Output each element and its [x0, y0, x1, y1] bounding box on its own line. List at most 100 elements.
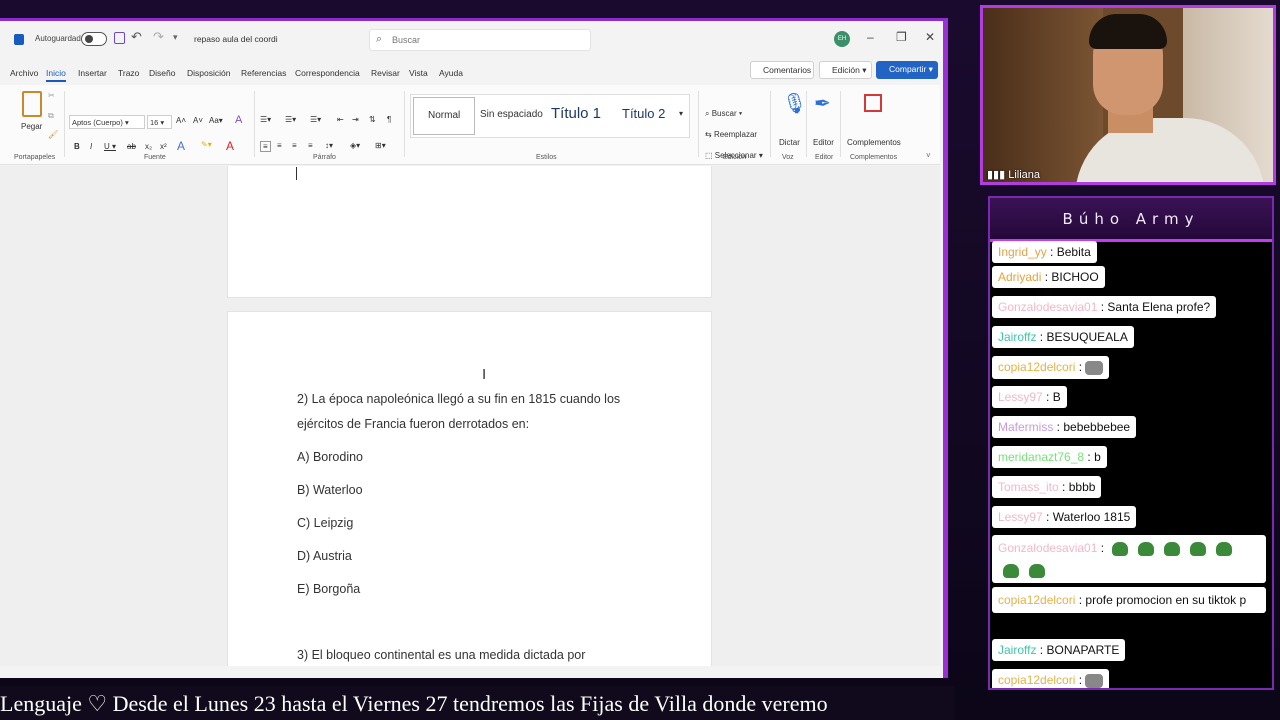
tab-disposición[interactable]: Disposición [187, 68, 230, 78]
decrease-indent-icon[interactable]: ⇤ [337, 115, 344, 124]
styles-more-icon[interactable]: ▾ [679, 109, 683, 118]
microphone-icon[interactable]: 🎙 [782, 91, 807, 116]
tab-ayuda[interactable]: Ayuda [439, 68, 463, 78]
chat-text: Bebita [1056, 245, 1091, 259]
show-marks-icon[interactable]: ¶ [387, 115, 391, 124]
collapse-ribbon-icon[interactable]: ˅ [926, 151, 931, 160]
close-icon[interactable]: ✕ [925, 30, 935, 44]
chat-username[interactable]: Lessy97 [998, 390, 1043, 404]
chat-username[interactable]: copia12delcori [998, 593, 1075, 607]
share-button[interactable]: Compartir ▾ [876, 61, 938, 79]
document-canvas[interactable]: I 2) La época napoleónica llegó a su fin… [0, 166, 940, 666]
tab-inicio[interactable]: Inicio [46, 68, 66, 82]
sort-icon[interactable]: ⇅ [369, 115, 376, 124]
style-titulo-1[interactable]: Título 1 [551, 105, 601, 122]
question-2-line-1[interactable]: 2) La época napoleónica llegó a su fin e… [297, 387, 620, 412]
option-e[interactable]: E) Borgoña [297, 577, 360, 602]
underline-icon[interactable]: U ▾ [104, 142, 116, 151]
minimize-icon[interactable]: – [867, 30, 874, 44]
option-b[interactable]: B) Waterloo [297, 478, 363, 503]
chat-username[interactable]: Jairoffz [998, 643, 1036, 657]
bold-icon[interactable]: B [74, 142, 80, 151]
chat-username[interactable]: Adriyadi [998, 270, 1041, 284]
chat-username[interactable]: Lessy97 [998, 510, 1043, 524]
redo-icon[interactable]: ↷ [153, 29, 164, 45]
chat-username[interactable]: Mafermiss [998, 420, 1053, 434]
tab-revisar[interactable]: Revisar [371, 68, 400, 78]
text-effects-icon[interactable]: A [177, 139, 185, 153]
line-spacing-icon[interactable]: ↕▾ [325, 141, 333, 150]
grow-font-icon[interactable]: A˄ [176, 116, 186, 125]
font-color-icon[interactable]: A [226, 139, 234, 153]
document-page[interactable] [227, 166, 712, 298]
chat-username[interactable]: Jairoffz [998, 330, 1036, 344]
cut-icon[interactable]: ✂ [48, 91, 55, 100]
document-page[interactable]: I 2) La época napoleónica llegó a su fin… [227, 311, 712, 666]
style-sin-espaciado[interactable]: Sin espaciado [480, 109, 543, 120]
chat-username[interactable]: copia12delcori [998, 360, 1075, 374]
borders-icon[interactable]: ⊞▾ [375, 141, 386, 150]
find-button[interactable]: ⌕ Buscar ▾ [705, 109, 742, 119]
editor-button[interactable]: Editor [813, 138, 834, 147]
dictate-button[interactable]: Dictar [779, 138, 800, 147]
subscript-icon[interactable]: x₂ [145, 142, 152, 151]
chat-username[interactable]: Gonzalodesavia01 [998, 541, 1097, 555]
increase-indent-icon[interactable]: ⇥ [352, 115, 359, 124]
tab-trazo[interactable]: Trazo [118, 68, 139, 78]
multilevel-list-icon[interactable]: ☰▾ [310, 115, 321, 124]
align-center-icon[interactable]: ≡ [277, 141, 282, 150]
font-size-select[interactable]: 16 ▾ [147, 115, 172, 129]
option-a[interactable]: A) Borodino [297, 445, 363, 470]
add-ins-icon[interactable] [864, 94, 882, 112]
chat-username[interactable]: Gonzalodesavia01 [998, 300, 1097, 314]
editing-mode-button[interactable]: Edición ▾ [819, 61, 872, 79]
chat-username[interactable]: meridanazt76_8 [998, 450, 1084, 464]
option-d[interactable]: D) Austria [297, 544, 352, 569]
shrink-font-icon[interactable]: A˅ [193, 116, 203, 125]
style-normal[interactable]: Normal [413, 97, 475, 135]
chat-username[interactable]: Ingrid_yy [998, 245, 1047, 259]
avatar[interactable]: EH [834, 31, 850, 47]
undo-icon[interactable]: ↶ [131, 29, 142, 45]
quick-access-more-icon[interactable]: ▾ [173, 32, 178, 43]
editor-icon[interactable]: ✒ [814, 91, 831, 116]
superscript-icon[interactable]: x² [160, 142, 167, 151]
paste-icon[interactable] [22, 91, 42, 117]
align-left-icon[interactable]: ≡ [260, 141, 271, 152]
paste-button[interactable]: Pegar [21, 122, 42, 131]
style-titulo-2[interactable]: Título 2 [622, 106, 665, 121]
bullets-icon[interactable]: ☰▾ [260, 115, 271, 124]
option-c[interactable]: C) Leipzig [297, 511, 353, 536]
comments-button[interactable]: Comentarios [750, 61, 814, 79]
chat-username[interactable]: Tomass_ito [998, 480, 1059, 494]
tab-archivo[interactable]: Archivo [10, 68, 38, 78]
copy-icon[interactable]: ⧉ [48, 111, 54, 121]
strikethrough-icon[interactable]: ab [127, 142, 136, 151]
question-3-line-1[interactable]: 3) El bloqueo continental es una medida … [297, 643, 585, 666]
restore-icon[interactable]: ❐ [896, 30, 907, 44]
numbering-icon[interactable]: ☰▾ [285, 115, 296, 124]
font-name-select[interactable]: Aptos (Cuerpo) ▾ [69, 115, 145, 129]
group-voz: Voz [782, 154, 794, 161]
align-right-icon[interactable]: ≡ [292, 141, 297, 150]
format-painter-icon[interactable]: 🖌 [48, 130, 58, 139]
tab-referencias[interactable]: Referencias [241, 68, 286, 78]
highlight-icon[interactable]: ✎▾ [201, 140, 212, 149]
search-input[interactable]: ⌕ Buscar [369, 29, 591, 51]
autosave-toggle[interactable] [81, 32, 107, 46]
shading-icon[interactable]: ◈▾ [350, 141, 360, 150]
document-name[interactable]: repaso aula del coordi [194, 34, 278, 44]
tab-vista[interactable]: Vista [409, 68, 428, 78]
question-2-line-2[interactable]: ejércitos de Francia fueron derrotados e… [297, 412, 529, 437]
tab-correspondencia[interactable]: Correspondencia [295, 68, 360, 78]
change-case-icon[interactable]: Aa▾ [209, 116, 223, 125]
save-icon[interactable] [114, 32, 125, 44]
italic-icon[interactable]: I [90, 142, 92, 151]
clear-format-icon[interactable]: A [235, 114, 242, 126]
tab-insertar[interactable]: Insertar [78, 68, 107, 78]
chat-username[interactable]: copia12delcori [998, 673, 1075, 687]
tab-diseño[interactable]: Diseño [149, 68, 175, 78]
justify-icon[interactable]: ≡ [308, 141, 313, 150]
add-ins-button[interactable]: Complementos [847, 138, 901, 147]
replace-button[interactable]: ⇆ Reemplazar [705, 130, 757, 139]
